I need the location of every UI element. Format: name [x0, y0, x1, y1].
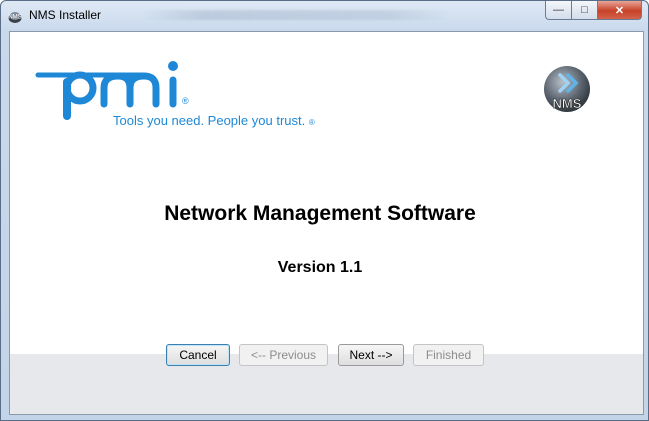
- version-label: Version 1.1: [277, 259, 363, 276]
- previous-button[interactable]: <-- Previous: [239, 344, 328, 366]
- maximize-button[interactable]: □: [572, 1, 598, 20]
- cancel-button[interactable]: Cancel: [166, 344, 230, 366]
- finished-button[interactable]: Finished: [413, 344, 484, 366]
- next-button[interactable]: Next -->: [338, 344, 404, 366]
- svg-text:®: ®: [182, 96, 189, 106]
- installer-window: NMS NMS Installer — □ ✕ ® Tools you need…: [0, 0, 649, 421]
- close-icon: ✕: [614, 4, 625, 17]
- maximize-icon: □: [581, 4, 588, 16]
- installer-app-icon: NMS: [8, 12, 22, 23]
- brand-tagline: Tools you need. People you trust. ®: [113, 113, 315, 128]
- minimize-icon: —: [553, 4, 564, 16]
- nms-logo: NMS: [544, 66, 590, 112]
- window-controls: — □ ✕: [545, 1, 642, 20]
- svg-text:NMS: NMS: [553, 96, 582, 111]
- minimize-button[interactable]: —: [545, 1, 572, 20]
- product-heading: Network Management Software: [164, 202, 476, 225]
- title-bar: NMS NMS Installer — □ ✕: [1, 1, 648, 31]
- welcome-panel: ® Tools you need. People you trust. ® NM…: [10, 32, 643, 354]
- close-button[interactable]: ✕: [598, 1, 642, 20]
- tagline-registered-mark: ®: [308, 118, 315, 127]
- tagline-text: Tools you need. People you trust.: [113, 113, 306, 128]
- svg-text:NMS: NMS: [8, 15, 21, 21]
- blurred-title-text: [141, 10, 451, 20]
- window-title: NMS Installer: [29, 8, 102, 22]
